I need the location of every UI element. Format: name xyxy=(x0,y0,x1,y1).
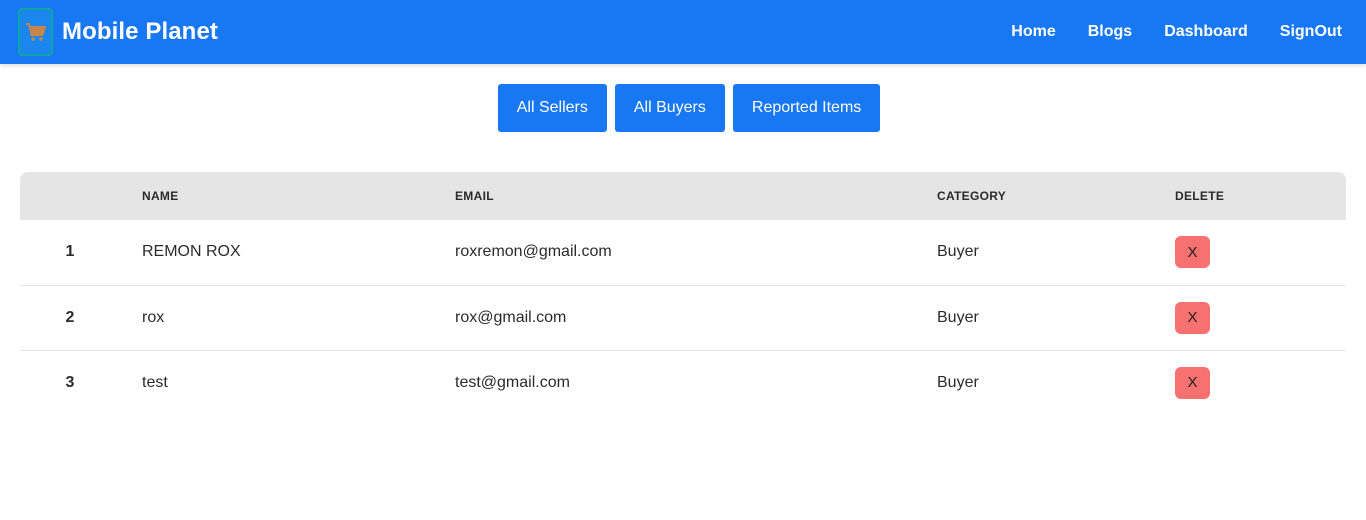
row-email: roxremon@gmail.com xyxy=(455,220,937,286)
row-category: Buyer xyxy=(937,373,979,391)
brand-title: Mobile Planet xyxy=(62,18,218,45)
nav-home-link[interactable]: Home xyxy=(1011,23,1055,41)
column-category-header: CATEGORY xyxy=(937,189,1007,203)
row-delete-cell: X xyxy=(1175,350,1346,415)
table-row: 3 test test@gmail.com Buyer X xyxy=(20,350,1346,415)
brand[interactable]: Mobile Planet xyxy=(18,8,218,56)
column-index-header xyxy=(20,172,142,220)
delete-button[interactable]: X xyxy=(1175,236,1210,269)
user-type-tabs: All Sellers All Buyers Reported Items xyxy=(0,84,1366,132)
row-name: REMON ROX xyxy=(142,220,455,286)
nav-links: Home Blogs Dashboard SignOut xyxy=(979,23,1342,41)
nav-signout-link[interactable]: SignOut xyxy=(1280,23,1342,41)
delete-button[interactable]: X xyxy=(1175,366,1210,399)
reported-items-button[interactable]: Reported Items xyxy=(732,84,881,132)
all-sellers-button[interactable]: All Sellers xyxy=(497,84,607,132)
delete-button[interactable]: X xyxy=(1175,301,1210,334)
nav-blogs-link[interactable]: Blogs xyxy=(1088,23,1132,41)
column-name-header: NAME xyxy=(142,189,179,203)
navbar: Mobile Planet Home Blogs Dashboard SignO… xyxy=(0,0,1366,64)
users-table: NAME EMAIL CATEGORY DELETE 1 REMON ROX r… xyxy=(20,172,1346,415)
row-name: rox xyxy=(142,285,455,351)
column-delete-header: DELETE xyxy=(1175,189,1225,203)
column-email-header: EMAIL xyxy=(455,189,494,203)
table-header-row: NAME EMAIL CATEGORY DELETE xyxy=(20,172,1346,220)
users-table-container: NAME EMAIL CATEGORY DELETE 1 REMON ROX r… xyxy=(20,172,1346,415)
row-delete-cell: X xyxy=(1175,285,1346,351)
table-body: 1 REMON ROX roxremon@gmail.com Buyer X 2… xyxy=(20,220,1346,415)
nav-dashboard-link[interactable]: Dashboard xyxy=(1164,23,1248,41)
row-name: test xyxy=(142,373,168,391)
all-buyers-button[interactable]: All Buyers xyxy=(614,84,725,132)
shopping-cart-icon xyxy=(18,8,53,56)
row-email: rox@gmail.com xyxy=(455,285,937,351)
row-index: 2 xyxy=(20,285,142,351)
table-header: NAME EMAIL CATEGORY DELETE xyxy=(20,172,1346,220)
row-category: Buyer xyxy=(937,285,1175,351)
table-row: 2 rox rox@gmail.com Buyer X xyxy=(20,285,1346,351)
row-delete-cell: X xyxy=(1175,220,1346,286)
row-index: 1 xyxy=(20,220,142,286)
table-row: 1 REMON ROX roxremon@gmail.com Buyer X xyxy=(20,220,1346,286)
row-category: Buyer xyxy=(937,220,1175,286)
row-email: test@gmail.com xyxy=(455,373,570,391)
row-index: 3 xyxy=(65,373,75,391)
